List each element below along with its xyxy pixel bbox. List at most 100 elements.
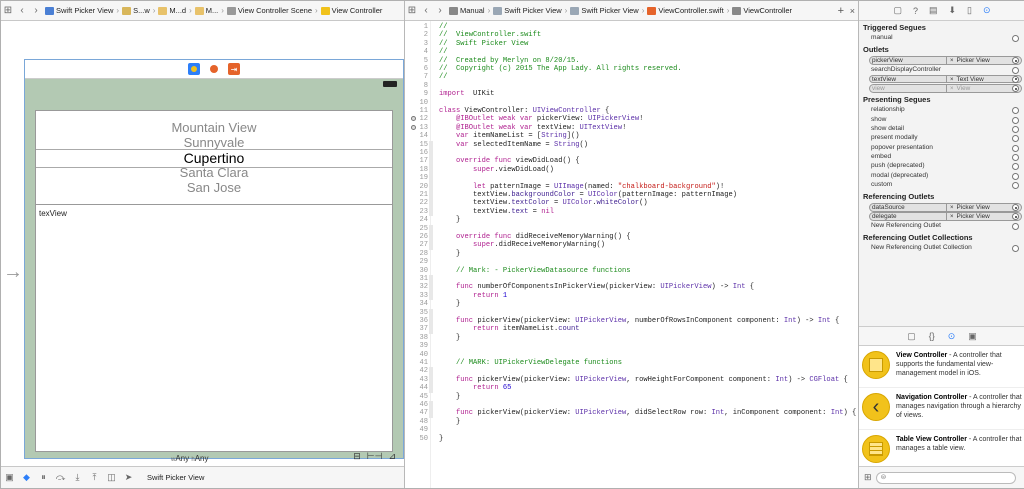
remove-connection-icon[interactable]: × xyxy=(950,77,954,83)
remove-connection-icon[interactable]: × xyxy=(950,205,954,211)
connection-row[interactable]: New Referencing Outlet xyxy=(859,222,1024,231)
connection-row[interactable]: relationship xyxy=(859,106,1024,115)
text-view[interactable]: texView xyxy=(35,204,393,452)
jump-bar-crumb[interactable]: Swift Picker View xyxy=(43,6,115,15)
jump-bar-crumb[interactable]: M... xyxy=(193,6,221,15)
connection-circle-icon[interactable] xyxy=(1012,172,1019,180)
connection-circle-icon[interactable] xyxy=(1012,116,1019,124)
step-in-icon[interactable]: ⤓ xyxy=(69,472,86,483)
library-item[interactable]: View Controller - A controller that supp… xyxy=(859,346,1024,388)
connection-circle-icon[interactable] xyxy=(1012,153,1019,161)
outline-toggle-icon[interactable]: ▣ xyxy=(1,472,18,483)
connection-circle-icon[interactable] xyxy=(1012,126,1019,134)
connection-circle-icon[interactable] xyxy=(1012,66,1019,74)
source-editor[interactable]: 1 2 3 4 5 6 7 8 9 10 11 12 13 14 15 16 17 18 19 20 21 22 23 24 2… xyxy=(405,21,858,488)
connection-circle-icon[interactable] xyxy=(1012,181,1019,189)
first-responder-icon[interactable] xyxy=(208,63,220,75)
connection-row[interactable]: popover presentation xyxy=(859,144,1024,153)
jump-bar-crumb[interactable]: Swift Picker View xyxy=(491,6,563,15)
code-fold-ribbon[interactable] xyxy=(429,275,433,301)
quick-help-icon[interactable]: ? xyxy=(913,6,918,16)
outlet-connection-dot-icon[interactable] xyxy=(411,116,416,122)
pin-icon[interactable]: ⊢⊣ xyxy=(367,451,383,462)
library-item[interactable]: ‹ Navigation Controller - A controller th… xyxy=(859,388,1024,430)
remove-connection-icon[interactable]: × xyxy=(950,86,954,92)
connection-row[interactable]: delegate × Picker View xyxy=(859,212,1024,221)
jump-bar-crumb[interactable]: ViewController xyxy=(730,6,794,15)
size-inspector-icon[interactable]: ▯ xyxy=(967,5,972,16)
back-icon[interactable]: ‹ xyxy=(419,5,433,16)
grid-icon[interactable]: ⊞ xyxy=(405,5,419,16)
jump-bar-crumb[interactable]: Manual xyxy=(447,6,487,15)
connected-outlet[interactable]: dataSource × Picker View xyxy=(869,203,1022,212)
connected-outlet[interactable]: view × View xyxy=(869,84,1022,93)
step-over-icon[interactable]: ⤼ xyxy=(52,472,69,483)
remove-connection-icon[interactable]: × xyxy=(950,214,954,220)
connected-outlet[interactable]: pickerView × Picker View xyxy=(869,56,1022,65)
connection-row[interactable]: dataSource × Picker View xyxy=(859,203,1024,212)
grid-icon[interactable]: ⊞ xyxy=(1,5,15,16)
object-library-icon[interactable]: ⊙ xyxy=(948,331,956,342)
jump-bar-crumb[interactable]: View Controller xyxy=(319,6,385,15)
connection-row[interactable]: embed xyxy=(859,153,1024,162)
connection-circle-icon[interactable] xyxy=(1012,144,1019,152)
size-class-control[interactable]: wAny hAny xyxy=(171,454,209,463)
forward-icon[interactable]: › xyxy=(433,5,447,16)
grid-view-icon[interactable]: ⊞ xyxy=(864,472,872,483)
storyboard-canvas[interactable]: → ⇥ Mountain View Sunnyvale Cupertino Santa… xyxy=(1,21,404,466)
pause-icon[interactable]: ⏸ xyxy=(35,472,52,483)
connection-circle-icon[interactable] xyxy=(1012,75,1019,83)
connection-row[interactable]: present modally xyxy=(859,134,1024,143)
view-controller-scene[interactable]: ⇥ Mountain View Sunnyvale Cupertino Santa C… xyxy=(24,59,404,459)
connection-row[interactable]: manual xyxy=(859,34,1024,43)
picker-view[interactable]: Mountain View Sunnyvale Cupertino Santa Cla… xyxy=(35,110,393,208)
file-template-icon[interactable]: ▢ xyxy=(907,331,916,342)
code-fold-ribbon[interactable] xyxy=(429,140,433,217)
connection-row[interactable]: show xyxy=(859,116,1024,125)
connection-row[interactable]: searchDisplayController xyxy=(859,66,1024,75)
connections-inspector-icon[interactable]: ⊙ xyxy=(983,5,991,16)
tag-icon[interactable]: ◆ xyxy=(18,472,35,483)
connection-row[interactable]: textView × Text View xyxy=(859,74,1024,84)
exit-icon[interactable]: ⇥ xyxy=(228,63,240,75)
back-icon[interactable]: ‹ xyxy=(15,5,29,16)
jump-bar-crumb[interactable]: View Controller Scene xyxy=(225,6,314,15)
forward-icon[interactable]: › xyxy=(29,5,43,16)
connection-circle-icon[interactable] xyxy=(1012,222,1019,230)
view-controller-icon[interactable] xyxy=(188,63,200,75)
connection-circle-icon[interactable] xyxy=(1012,163,1019,171)
connection-row[interactable]: show detail xyxy=(859,125,1024,134)
align-icon[interactable]: ⊟ xyxy=(353,451,361,462)
connected-outlet[interactable]: delegate × Picker View xyxy=(869,212,1022,221)
code-fold-ribbon[interactable] xyxy=(429,401,433,418)
jump-bar-crumb[interactable]: ViewController.swift xyxy=(645,6,725,15)
connection-circle-icon[interactable] xyxy=(1012,135,1019,143)
jump-bar-crumb[interactable]: Swift Picker View xyxy=(568,6,640,15)
remove-connection-icon[interactable]: × xyxy=(950,58,954,64)
code-fold-ribbon[interactable] xyxy=(429,367,433,393)
connection-circle-icon[interactable] xyxy=(1012,245,1019,253)
resolve-icon[interactable]: ⊿ xyxy=(388,451,396,462)
close-editor-icon[interactable]: × xyxy=(850,6,855,16)
jump-bar-crumb[interactable]: M...d xyxy=(156,6,188,15)
connection-row[interactable]: view × View xyxy=(859,84,1024,93)
connection-row[interactable]: modal (deprecated) xyxy=(859,172,1024,181)
view-debug-icon[interactable]: ◫ xyxy=(103,472,120,483)
code-fold-ribbon[interactable] xyxy=(429,308,433,334)
step-out-icon[interactable]: ⤒ xyxy=(86,472,103,483)
code-snippet-icon[interactable]: {} xyxy=(929,331,935,341)
file-inspector-icon[interactable]: ▢ xyxy=(893,5,902,16)
add-editor-icon[interactable]: + xyxy=(838,5,844,17)
connection-row[interactable]: New Referencing Outlet Collection xyxy=(859,244,1024,253)
attributes-inspector-icon[interactable]: ⬇ xyxy=(949,5,957,16)
outlet-connection-dot-icon[interactable] xyxy=(411,124,416,130)
code-fold-ribbon[interactable] xyxy=(429,224,433,250)
media-library-icon[interactable]: ▣ xyxy=(968,331,977,342)
identity-inspector-icon[interactable]: ▤ xyxy=(929,5,938,16)
location-icon[interactable]: ➤ xyxy=(120,472,137,483)
connection-circle-icon[interactable] xyxy=(1012,35,1019,42)
jump-bar-crumb[interactable]: S...w xyxy=(120,6,152,15)
connected-outlet[interactable]: textView × Text View xyxy=(869,74,1022,84)
connection-circle-icon[interactable] xyxy=(1012,107,1019,115)
library-search-input[interactable]: ⊜ xyxy=(875,471,1016,484)
